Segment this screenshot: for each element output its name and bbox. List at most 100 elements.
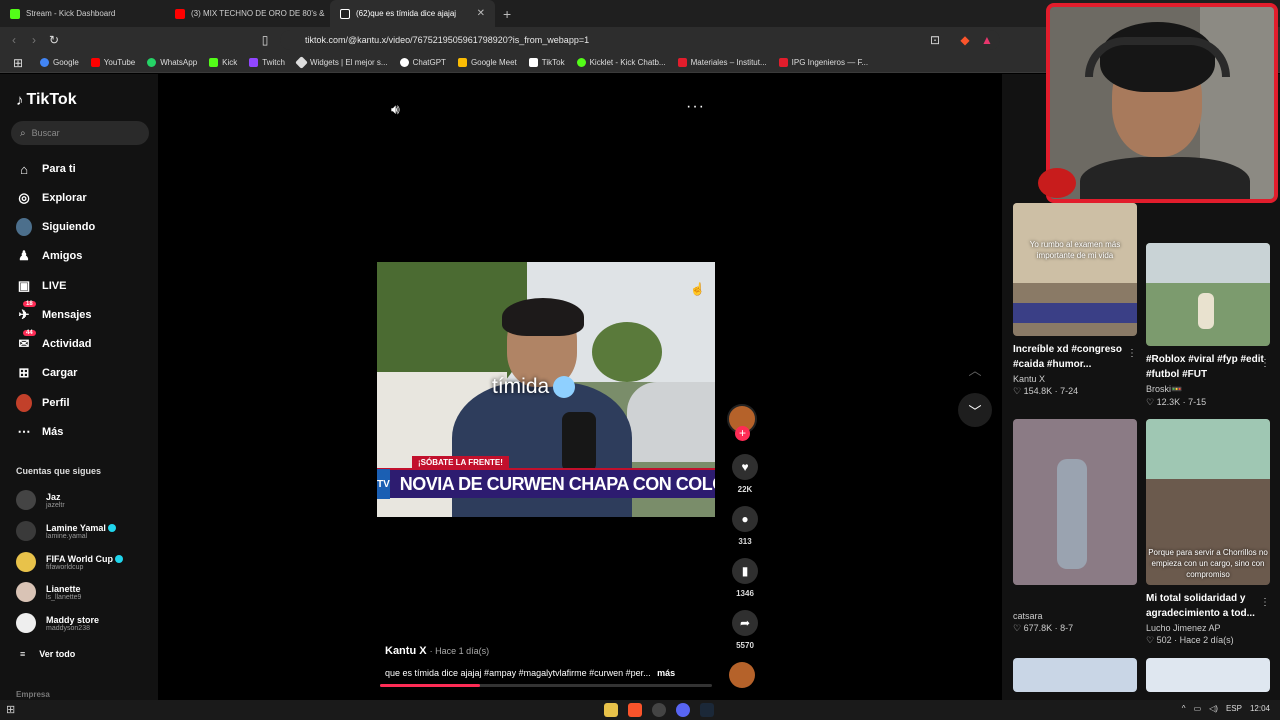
- previous-video-button[interactable]: ︿: [958, 352, 992, 386]
- tab-label: Stream - Kick Dashboard: [26, 9, 116, 18]
- nav-siguiendo[interactable]: Siguiendo: [16, 218, 95, 236]
- search-input[interactable]: ⌕ Buscar: [11, 121, 149, 145]
- nav-mas[interactable]: ⋯ Más: [16, 424, 64, 440]
- file-explorer-icon[interactable]: [604, 703, 618, 717]
- video-likes: 12.3K: [1156, 397, 1181, 407]
- kebab-menu-icon[interactable]: ⋮: [1260, 358, 1270, 369]
- video-frame[interactable]: tímida ¡SÓBATE LA FRENTE! TV NOVIA DE CU…: [377, 262, 715, 517]
- forward-icon[interactable]: ›: [24, 33, 44, 47]
- caption-more-link[interactable]: más: [657, 668, 675, 678]
- freezing-face-icon: [553, 376, 576, 398]
- rewards-icon[interactable]: ▲: [977, 33, 997, 47]
- following-item-jaz[interactable]: Jaz jazeltr: [16, 490, 65, 510]
- following-item-fifa[interactable]: FIFA World Cup fifaworldcup: [16, 552, 123, 572]
- verified-icon: [107, 524, 116, 533]
- nav-live[interactable]: ▣ LIVE: [16, 278, 67, 294]
- webcam-body: [1080, 157, 1250, 199]
- video-progress-bar[interactable]: [380, 684, 712, 687]
- translate-icon[interactable]: ⊡: [925, 33, 945, 47]
- following-item-lianette[interactable]: Lianette ls_llanette9: [16, 582, 81, 602]
- bookmark-kicklet[interactable]: Kicklet - Kick Chatb...: [576, 58, 666, 67]
- compass-icon: ◎: [18, 190, 30, 205]
- steam-icon[interactable]: [700, 703, 714, 717]
- bookmark-materiales[interactable]: Materiales – Institut...: [677, 58, 767, 67]
- nav-explorar[interactable]: ◎ Explorar: [16, 190, 86, 206]
- reload-icon[interactable]: ↻: [44, 33, 64, 47]
- recommended-video[interactable]: #Roblox #viral #fyp #edit #futbol #FUT ⋮…: [1146, 243, 1270, 408]
- video-date: 8-7: [1060, 623, 1074, 633]
- browser-tab-kick[interactable]: Stream - Kick Dashboard: [0, 0, 165, 27]
- nav-cargar[interactable]: ⊞ Cargar: [16, 365, 78, 381]
- kebab-menu-icon[interactable]: ⋮: [1127, 348, 1137, 359]
- comment-icon: ●: [732, 506, 758, 532]
- bookmark-google-meet[interactable]: Google Meet: [457, 58, 517, 67]
- recommended-video[interactable]: catsara ♡ 677.8K · 8-7: [1013, 419, 1137, 634]
- tray-chevron-icon[interactable]: ^: [1182, 704, 1186, 713]
- following-item-lamine[interactable]: Lamine Yamal lamine.yamal: [16, 521, 116, 541]
- bookmark-page-icon[interactable]: ▯: [255, 33, 275, 47]
- new-tab-button[interactable]: +: [495, 6, 519, 22]
- more-options-icon[interactable]: ···: [686, 98, 705, 116]
- comment-button[interactable]: ● 313: [727, 506, 763, 546]
- nav-actividad[interactable]: ✉ 44 Actividad: [16, 330, 92, 352]
- company-link[interactable]: Empresa: [16, 690, 50, 699]
- bookmark-widgets[interactable]: Widgets | El mejor s...: [295, 56, 388, 69]
- follow-plus-button[interactable]: +: [735, 426, 750, 441]
- back-icon[interactable]: ‹: [4, 33, 24, 47]
- bookmark-label: Kick: [222, 58, 238, 67]
- nav-label: Más: [42, 426, 64, 438]
- browser-tab-youtube[interactable]: (3) MIX TECHNO DE ORO DE 80's &: [165, 0, 330, 27]
- bookmark-whatsapp[interactable]: WhatsApp: [147, 58, 197, 67]
- recommended-video[interactable]: Yo rumbo al examen más importante de mi …: [1013, 203, 1137, 397]
- nav-amigos[interactable]: ♟ Amigos: [16, 248, 82, 264]
- recommended-video[interactable]: Porque para servir a Chorrillos no empie…: [1146, 419, 1270, 646]
- bookmark-label: ChatGPT: [412, 58, 446, 67]
- bookmark-kick[interactable]: Kick: [209, 58, 237, 67]
- nav-perfil[interactable]: Perfil: [16, 394, 70, 412]
- music-disc-icon[interactable]: [729, 662, 755, 688]
- hand-cursor-icon: ☝: [690, 282, 705, 296]
- video-author[interactable]: Kantu X · Hace 1 día(s): [385, 645, 489, 657]
- brave-shield-icon[interactable]: ◆: [955, 33, 975, 47]
- next-video-button[interactable]: ﹀: [958, 393, 992, 427]
- nav-label: Cargar: [42, 367, 78, 379]
- discord-icon[interactable]: [676, 703, 690, 717]
- language-icon[interactable]: ESP: [1226, 704, 1242, 713]
- kebab-menu-icon[interactable]: ⋮: [1260, 597, 1270, 608]
- bookmark-twitch[interactable]: Twitch: [249, 58, 285, 67]
- obs-icon[interactable]: [652, 703, 666, 717]
- clock[interactable]: 12:04: [1250, 704, 1270, 713]
- volume-tray-icon[interactable]: ◁): [1209, 704, 1218, 713]
- nav-label: Amigos: [42, 250, 83, 262]
- brave-browser-icon[interactable]: [628, 703, 642, 717]
- nav-para-ti[interactable]: ⌂ Para ti: [16, 161, 76, 177]
- following-item-maddy[interactable]: Maddy store maddyson238: [16, 613, 99, 633]
- close-tab-icon[interactable]: ✕: [477, 8, 485, 19]
- recommended-video[interactable]: [1013, 658, 1137, 692]
- bookmark-tiktok[interactable]: TikTok: [528, 58, 565, 67]
- apps-grid-icon[interactable]: ⊞: [8, 56, 28, 70]
- bookmark-label: YouTube: [103, 58, 136, 67]
- recommended-video[interactable]: [1146, 658, 1270, 692]
- bookmark-youtube[interactable]: YouTube: [90, 58, 136, 67]
- bookmark-ipg[interactable]: IPG Ingenieros — F...: [778, 58, 868, 67]
- url-input[interactable]: tiktok.com/@kantu.x/video/76752195059617…: [280, 30, 1000, 50]
- share-count: 5570: [736, 641, 754, 650]
- widgets-icon: [295, 56, 308, 69]
- see-all-link[interactable]: ≡ Ver todo: [20, 649, 75, 659]
- browser-tab-tiktok[interactable]: (62)que es tímida dice ajajaj ✕: [330, 0, 495, 27]
- nav-label: LIVE: [42, 280, 67, 292]
- save-button[interactable]: ▮ 1346: [727, 558, 763, 598]
- like-button[interactable]: ♥ 22K: [727, 454, 763, 494]
- bookmark-google[interactable]: Google: [40, 58, 79, 67]
- comment-count: 313: [738, 537, 752, 546]
- share-button[interactable]: ➦ 5570: [727, 610, 763, 650]
- volume-icon[interactable]: 🔊︎: [391, 101, 400, 118]
- bookmark-label: Google: [53, 58, 79, 67]
- bookmark-label: Google Meet: [470, 58, 517, 67]
- tiktok-logo[interactable]: ♪ TikTok: [16, 91, 77, 109]
- windows-start-icon[interactable]: ⊞: [6, 703, 15, 716]
- network-icon[interactable]: ▭: [1194, 704, 1202, 713]
- nav-mensajes[interactable]: ✈ 18 Mensajes: [16, 301, 92, 323]
- bookmark-chatgpt[interactable]: ChatGPT: [399, 58, 446, 67]
